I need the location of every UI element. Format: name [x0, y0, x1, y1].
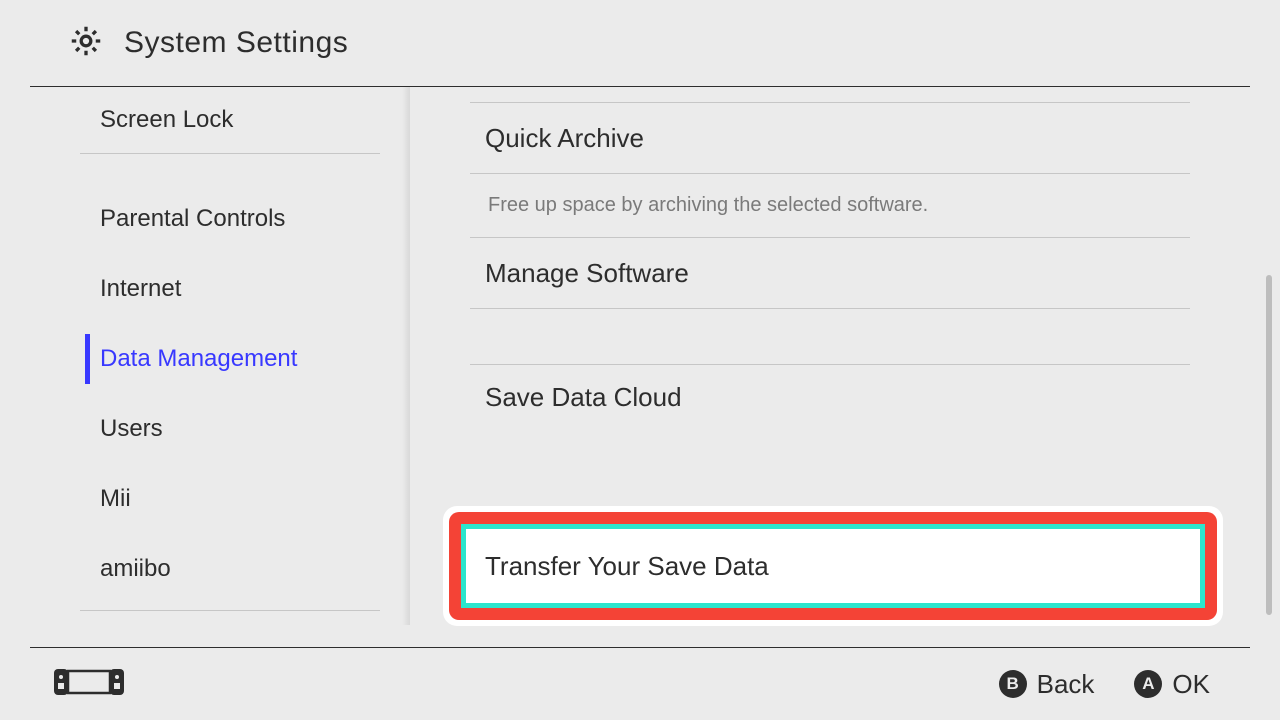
option-save-data-cloud[interactable]: Save Data Cloud — [470, 365, 1190, 413]
b-button-icon: B — [999, 670, 1027, 698]
highlighted-option: Transfer Your Save Data — [443, 506, 1223, 626]
button-label: Back — [1037, 669, 1095, 700]
sidebar-item-label: Mii — [100, 485, 131, 513]
quick-archive-description: Free up space by archiving the selected … — [470, 174, 1190, 237]
option-label: Quick Archive — [470, 123, 644, 154]
option-manage-software[interactable]: Manage Software — [470, 238, 1190, 308]
divider — [80, 610, 380, 611]
sidebar-item-mii[interactable]: Mii — [30, 464, 410, 534]
page-title: System Settings — [124, 26, 348, 60]
scrollbar-thumb[interactable] — [1266, 275, 1272, 615]
option-transfer-save-data[interactable]: Transfer Your Save Data — [461, 524, 1205, 608]
back-button[interactable]: B Back — [999, 669, 1095, 700]
sidebar-item-label: amiibo — [100, 555, 171, 583]
controller-icon — [54, 667, 124, 702]
sidebar-item-label: Parental Controls — [100, 205, 285, 233]
button-label: OK — [1172, 669, 1210, 700]
sidebar-item-label: Users — [100, 415, 163, 443]
sidebar-item-screen-lock[interactable]: Screen Lock — [30, 87, 410, 153]
sidebar-item-label: Screen Lock — [100, 106, 233, 134]
sidebar-item-data-management[interactable]: Data Management — [30, 324, 410, 394]
sidebar-item-amiibo[interactable]: amiibo — [30, 534, 410, 604]
option-label: Transfer Your Save Data — [485, 551, 769, 582]
ok-button[interactable]: A OK — [1134, 669, 1210, 700]
sidebar-item-label: Data Management — [100, 345, 297, 373]
header: System Settings — [30, 0, 1250, 87]
sidebar-item-parental-controls[interactable]: Parental Controls — [30, 184, 410, 254]
footer: B Back A OK — [30, 647, 1250, 720]
option-label: Manage Software — [470, 258, 689, 289]
sidebar: Screen Lock Parental Controls Internet D… — [30, 87, 410, 625]
sidebar-item-users[interactable]: Users — [30, 394, 410, 464]
sidebar-item-internet[interactable]: Internet — [30, 254, 410, 324]
option-quick-archive[interactable]: Quick Archive — [470, 103, 1190, 173]
spacer — [470, 309, 1190, 364]
sidebar-item-label: Internet — [100, 275, 181, 303]
option-label: Save Data Cloud — [470, 382, 682, 413]
callout-outline: Transfer Your Save Data — [449, 512, 1217, 620]
gear-icon — [68, 23, 104, 64]
a-button-icon: A — [1134, 670, 1162, 698]
